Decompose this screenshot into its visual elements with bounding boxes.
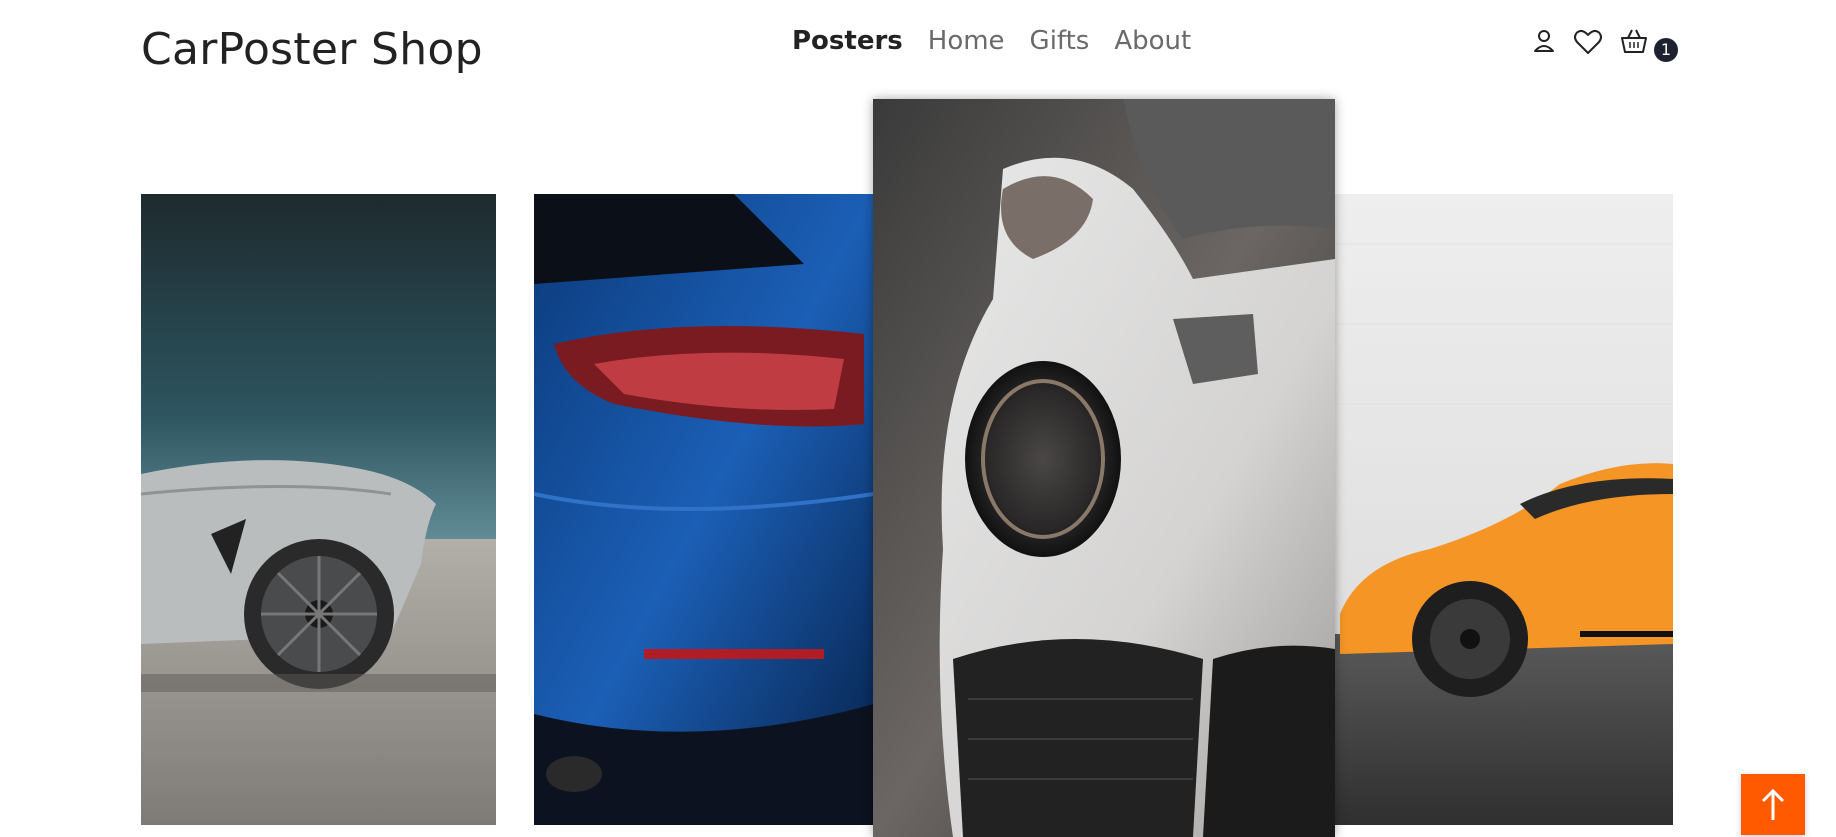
scroll-to-top-button[interactable]: [1741, 774, 1805, 835]
poster-gallery: [0, 0, 1836, 837]
poster-image: [1320, 194, 1673, 825]
poster-image: [534, 194, 874, 825]
poster-orange-car[interactable]: [1320, 194, 1673, 825]
poster-blue-car[interactable]: [534, 194, 874, 825]
poster-grey-car[interactable]: [141, 194, 496, 825]
arrow-up-icon: [1761, 788, 1785, 820]
poster-white-car-featured[interactable]: [873, 99, 1335, 837]
poster-image: [873, 99, 1335, 837]
poster-image: [141, 194, 496, 825]
